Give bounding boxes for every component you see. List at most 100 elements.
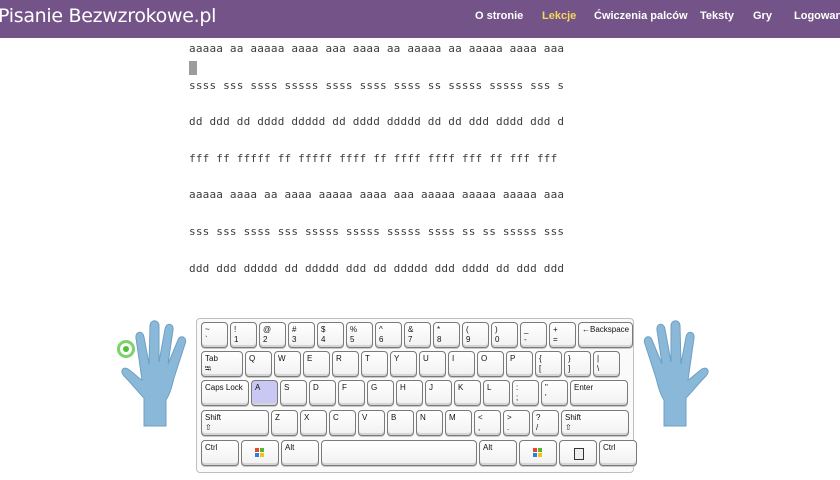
key--[interactable]: & 7 (404, 322, 431, 348)
nav-lekcje[interactable]: Lekcje (542, 10, 576, 22)
key-shift[interactable]: Shift ⇧ (201, 410, 269, 436)
key-u[interactable]: U (419, 351, 446, 377)
key-label: N (420, 413, 426, 422)
key--[interactable]: + = (549, 322, 576, 348)
key-v[interactable]: V (358, 410, 385, 436)
key-r[interactable]: R (332, 351, 359, 377)
key-shift[interactable]: Shift ⇧ (561, 410, 629, 436)
key-label: K (458, 383, 464, 392)
key-a[interactable]: A (251, 380, 278, 406)
key-label: * (437, 325, 441, 334)
nav-teksty[interactable]: Teksty (700, 10, 734, 22)
key--[interactable]: ! 1 (230, 322, 257, 348)
key-x[interactable]: X (300, 410, 327, 436)
key--[interactable]: <, (474, 410, 501, 436)
key--[interactable]: {[ (535, 351, 562, 377)
key-alt[interactable]: Alt (281, 440, 319, 466)
key-tab[interactable]: Tab ⭾ (201, 351, 243, 377)
key-space[interactable] (321, 440, 477, 466)
key-label: B (391, 413, 397, 422)
key-windows-icon[interactable] (519, 440, 557, 466)
key-b[interactable]: B (387, 410, 414, 436)
key-label: M (449, 413, 456, 422)
key-sublabel: ⭾ (205, 364, 212, 373)
key-label: A (255, 383, 261, 392)
key-label: G (371, 383, 378, 392)
key-z[interactable]: Z (271, 410, 298, 436)
key--[interactable]: #3 (288, 322, 315, 348)
key-label: % (350, 325, 358, 334)
key--[interactable]: % 5 (346, 322, 373, 348)
key-ctrl[interactable]: Ctrl (201, 440, 239, 466)
key-sublabel: 0 (495, 335, 500, 344)
key-sublabel: ; (516, 393, 519, 402)
key-label: } (568, 354, 571, 363)
nav-gry[interactable]: Gry (753, 10, 772, 22)
key-m[interactable]: M (445, 410, 472, 436)
key-s[interactable]: S (280, 380, 307, 406)
key-label: Alt (483, 443, 493, 452)
key-sublabel: = (553, 335, 558, 344)
key--[interactable]: }] (564, 351, 591, 377)
key--[interactable]: * 8 (433, 322, 460, 348)
key-label: " (545, 383, 548, 392)
key-label: F (342, 383, 347, 392)
key-i[interactable]: I (448, 351, 475, 377)
key-q[interactable]: Q (245, 351, 272, 377)
key-label: X (304, 413, 310, 422)
key--[interactable]: @2 (259, 322, 286, 348)
key-f[interactable]: F (338, 380, 365, 406)
key--[interactable]: ~ ` (201, 322, 228, 348)
key-label: S (284, 383, 290, 392)
key--[interactable]: ^ 6 (375, 322, 402, 348)
key-k[interactable]: K (454, 380, 481, 406)
key-d[interactable]: D (309, 380, 336, 406)
key--[interactable]: ) 0 (491, 322, 518, 348)
key--[interactable]: | \ (593, 351, 620, 377)
key-enter[interactable]: Enter (570, 380, 628, 406)
key-j[interactable]: J (425, 380, 452, 406)
nav-cwiczenia-palcow[interactable]: Ćwiczenia palców (594, 10, 688, 22)
key--[interactable]: :; (512, 380, 539, 406)
nav-logowanie[interactable]: Logowanie (794, 10, 840, 22)
key-c[interactable]: C (329, 410, 356, 436)
key-ctrl[interactable]: Ctrl (599, 440, 637, 466)
key-sublabel: ⇧ (205, 423, 212, 432)
key-h[interactable]: H (396, 380, 423, 406)
key-sublabel: 7 (408, 335, 413, 344)
key--[interactable]: >. (503, 410, 530, 436)
key--[interactable]: " ' (541, 380, 568, 406)
key-label: E (307, 354, 313, 363)
key-menu-icon[interactable] (559, 440, 597, 466)
key--[interactable]: $4 (317, 322, 344, 348)
nav-o-stronie[interactable]: O stronie (475, 10, 523, 22)
key--backspace[interactable]: ←Backspace (578, 322, 633, 348)
key-n[interactable]: N (416, 410, 443, 436)
key-y[interactable]: Y (390, 351, 417, 377)
key--[interactable]: ? / (532, 410, 559, 436)
site-logo[interactable]: Pisanie Bezwzrokowe.pl (0, 5, 216, 27)
key-g[interactable]: G (367, 380, 394, 406)
key--[interactable]: (9 (462, 322, 489, 348)
key--[interactable]: _ - (520, 322, 547, 348)
key-windows-icon[interactable] (241, 440, 279, 466)
key-label: # (292, 325, 297, 334)
key-sublabel: ] (568, 364, 571, 373)
key-sublabel: - (524, 335, 527, 344)
key-alt[interactable]: Alt (479, 440, 517, 466)
key-l[interactable]: L (483, 380, 510, 406)
key-sublabel: / (536, 423, 539, 432)
key-label: < (478, 413, 483, 422)
windows-icon (255, 448, 265, 458)
key-label: ~ (205, 325, 210, 334)
key-sublabel: ⇧ (565, 423, 572, 432)
key-w[interactable]: W (274, 351, 301, 377)
key-label: ^ (379, 325, 383, 334)
key-caps-lock[interactable]: Caps Lock (201, 380, 249, 406)
key-p[interactable]: P (506, 351, 533, 377)
key-label: D (313, 383, 319, 392)
key-t[interactable]: T (361, 351, 388, 377)
key-o[interactable]: O (477, 351, 504, 377)
key-label: J (429, 383, 433, 392)
key-e[interactable]: E (303, 351, 330, 377)
